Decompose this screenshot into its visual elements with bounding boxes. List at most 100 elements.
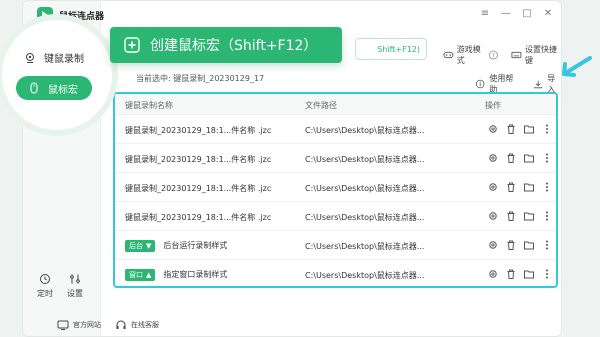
sidebar-item-label: 键鼠录制	[44, 54, 84, 65]
import-icon	[534, 80, 542, 89]
menu-icon[interactable]: ≡	[480, 7, 490, 19]
mode-tag[interactable]: 窗口 ▲	[125, 269, 156, 281]
info-icon	[475, 79, 485, 89]
macro-name-cell: 键鼠录制_20230129_18:1...件名称 .jzc	[125, 183, 271, 194]
gear-icon[interactable]	[487, 152, 499, 164]
row-actions	[487, 123, 553, 135]
sidebar-bottom: 定时 设置	[37, 273, 83, 299]
sidebar-highlight-circle	[2, 20, 112, 130]
folder-icon[interactable]	[523, 268, 535, 280]
maximize-icon[interactable]: □	[522, 7, 532, 19]
table-row[interactable]: 键鼠录制_20230129_18:1...件名称 .jzc C:\Users\D…	[115, 172, 556, 201]
gear-icon[interactable]	[487, 239, 499, 251]
trash-icon[interactable]	[505, 210, 517, 222]
ghost-button-label: Shift+F12)	[377, 44, 420, 54]
folder-icon[interactable]	[523, 239, 535, 251]
row-actions	[487, 210, 553, 222]
current-selection: 当前选中: 键鼠录制_20230129_17	[136, 74, 265, 83]
table-row[interactable]: 键鼠录制_20230129_18:1...件名称 .jzc C:\Users\D…	[115, 201, 556, 230]
trash-icon[interactable]	[505, 152, 517, 164]
mouse-icon	[30, 82, 38, 94]
game-mode-label: 游戏模式	[456, 45, 481, 65]
add-macro-icon	[124, 37, 140, 53]
column-header-actions: 操作	[485, 101, 501, 110]
sliders-icon	[70, 274, 80, 284]
official-site-link[interactable]: 官方网站	[57, 319, 101, 331]
trash-icon[interactable]	[505, 123, 517, 135]
table-row[interactable]: 键鼠录制_20230129_18:1...件名称 .jzc C:\Users\D…	[115, 143, 556, 172]
macro-name-cell: 键鼠录制_20230129_18:1...件名称 .jzc	[125, 125, 271, 136]
trash-icon[interactable]	[505, 239, 517, 251]
mode-tag-label: 后台	[129, 242, 143, 250]
sidebar-item-timer[interactable]: 定时	[37, 273, 53, 299]
headset-icon	[116, 320, 126, 329]
sidebar-item-settings[interactable]: 设置	[67, 273, 83, 299]
gear-icon[interactable]	[487, 210, 499, 222]
game-mode-link[interactable]: 游戏模式 ?	[443, 44, 499, 66]
file-path-cell: C:\Users\Desktop\鼠标连点器...	[305, 126, 425, 135]
sidebar-item-label: 鼠标宏	[48, 84, 78, 96]
mode-tag[interactable]: 后台 ▼	[125, 240, 156, 252]
dropdown-arrow-icon: ▼	[146, 242, 152, 250]
macro-name: 键鼠录制_20230129_18:1...件名称 .jzc	[125, 213, 272, 222]
pointer-arrow-icon	[562, 56, 592, 77]
column-header-name: 键鼠录制名称	[125, 101, 173, 110]
timer-label: 定时	[37, 289, 53, 298]
more-options-icon[interactable]	[541, 181, 553, 193]
file-path-cell: C:\Users\Desktop\鼠标连点器...	[305, 155, 425, 164]
sidebar-item-mouse-macro[interactable]: 鼠标宏	[16, 76, 92, 100]
macro-name-cell: 后台 ▼ 后台运行录制样式	[125, 240, 227, 252]
help-circle-icon[interactable]: ?	[488, 49, 499, 61]
dropdown-arrow-icon: ▲	[146, 271, 152, 279]
official-site-label: 官方网站	[73, 321, 101, 329]
svg-text:?: ?	[492, 53, 495, 59]
gear-icon[interactable]	[487, 123, 499, 135]
file-path-cell: C:\Users\Desktop\鼠标连点器...	[305, 213, 425, 222]
more-options-icon[interactable]	[541, 268, 553, 280]
footer-links: 官方网站 在线客服	[57, 319, 159, 331]
table-row[interactable]: 键鼠录制_20230129_18:1...件名称 .jzc C:\Users\D…	[115, 114, 556, 143]
column-header-path: 文件路径	[305, 101, 337, 110]
row-actions	[487, 181, 553, 193]
macro-name: 后台运行录制样式	[163, 241, 228, 250]
trash-icon[interactable]	[505, 268, 517, 280]
gamepad-icon	[443, 51, 454, 59]
set-shortcut-link[interactable]: 设置快捷键	[511, 44, 561, 66]
gear-icon[interactable]	[487, 268, 499, 280]
macro-name-cell: 键鼠录制_20230129_18:1...件名称 .jzc	[125, 212, 271, 223]
more-options-icon[interactable]	[541, 210, 553, 222]
clock-icon	[40, 274, 50, 284]
file-path-cell: C:\Users\Desktop\鼠标连点器...	[305, 184, 425, 193]
more-options-icon[interactable]	[541, 123, 553, 135]
folder-icon[interactable]	[523, 181, 535, 193]
more-options-icon[interactable]	[541, 152, 553, 164]
row-actions	[487, 268, 553, 280]
macro-name: 键鼠录制_20230129_18:1...件名称 .jzc	[125, 155, 272, 164]
gear-icon[interactable]	[487, 181, 499, 193]
folder-icon[interactable]	[523, 210, 535, 222]
online-support-link[interactable]: 在线客服	[115, 319, 159, 331]
keyboard-icon	[511, 51, 522, 59]
macro-name: 键鼠录制_20230129_18:1...件名称 .jzc	[125, 184, 272, 193]
mode-tag-label: 窗口	[129, 271, 143, 279]
folder-icon[interactable]	[523, 152, 535, 164]
create-macro-button[interactable]: 创建鼠标宏（Shift+F12）	[110, 27, 342, 63]
trash-icon[interactable]	[505, 181, 517, 193]
monitor-icon	[57, 320, 69, 330]
macro-table: 键鼠录制名称 文件路径 操作 键鼠录制_20230129_18:1...件名称 …	[113, 92, 558, 288]
table-header: 键鼠录制名称 文件路径 操作	[115, 94, 556, 114]
file-path-cell: C:\Users\Desktop\鼠标连点器...	[305, 271, 425, 280]
minimize-icon[interactable]: —	[501, 7, 511, 19]
table-row[interactable]: 窗口 ▲ 指定窗口录制样式 C:\Users\Desktop\鼠标连点器...	[115, 259, 556, 286]
row-actions	[487, 239, 553, 251]
sidebar-item-keymouse-record[interactable]: 键鼠录制	[24, 50, 84, 65]
create-macro-button-ghost[interactable]: Shift+F12)	[355, 38, 427, 60]
more-options-icon[interactable]	[541, 239, 553, 251]
top-links: 游戏模式 ? 设置快捷键	[443, 44, 561, 66]
folder-icon[interactable]	[523, 123, 535, 135]
table-row[interactable]: 后台 ▼ 后台运行录制样式 C:\Users\Desktop\鼠标连点器...	[115, 230, 556, 259]
settings-label: 设置	[67, 289, 83, 298]
macro-name: 指定窗口录制样式	[163, 270, 228, 279]
macro-name-cell: 键鼠录制_20230129_18:1...件名称 .jzc	[125, 154, 271, 165]
close-icon[interactable]: ✕	[543, 7, 553, 19]
